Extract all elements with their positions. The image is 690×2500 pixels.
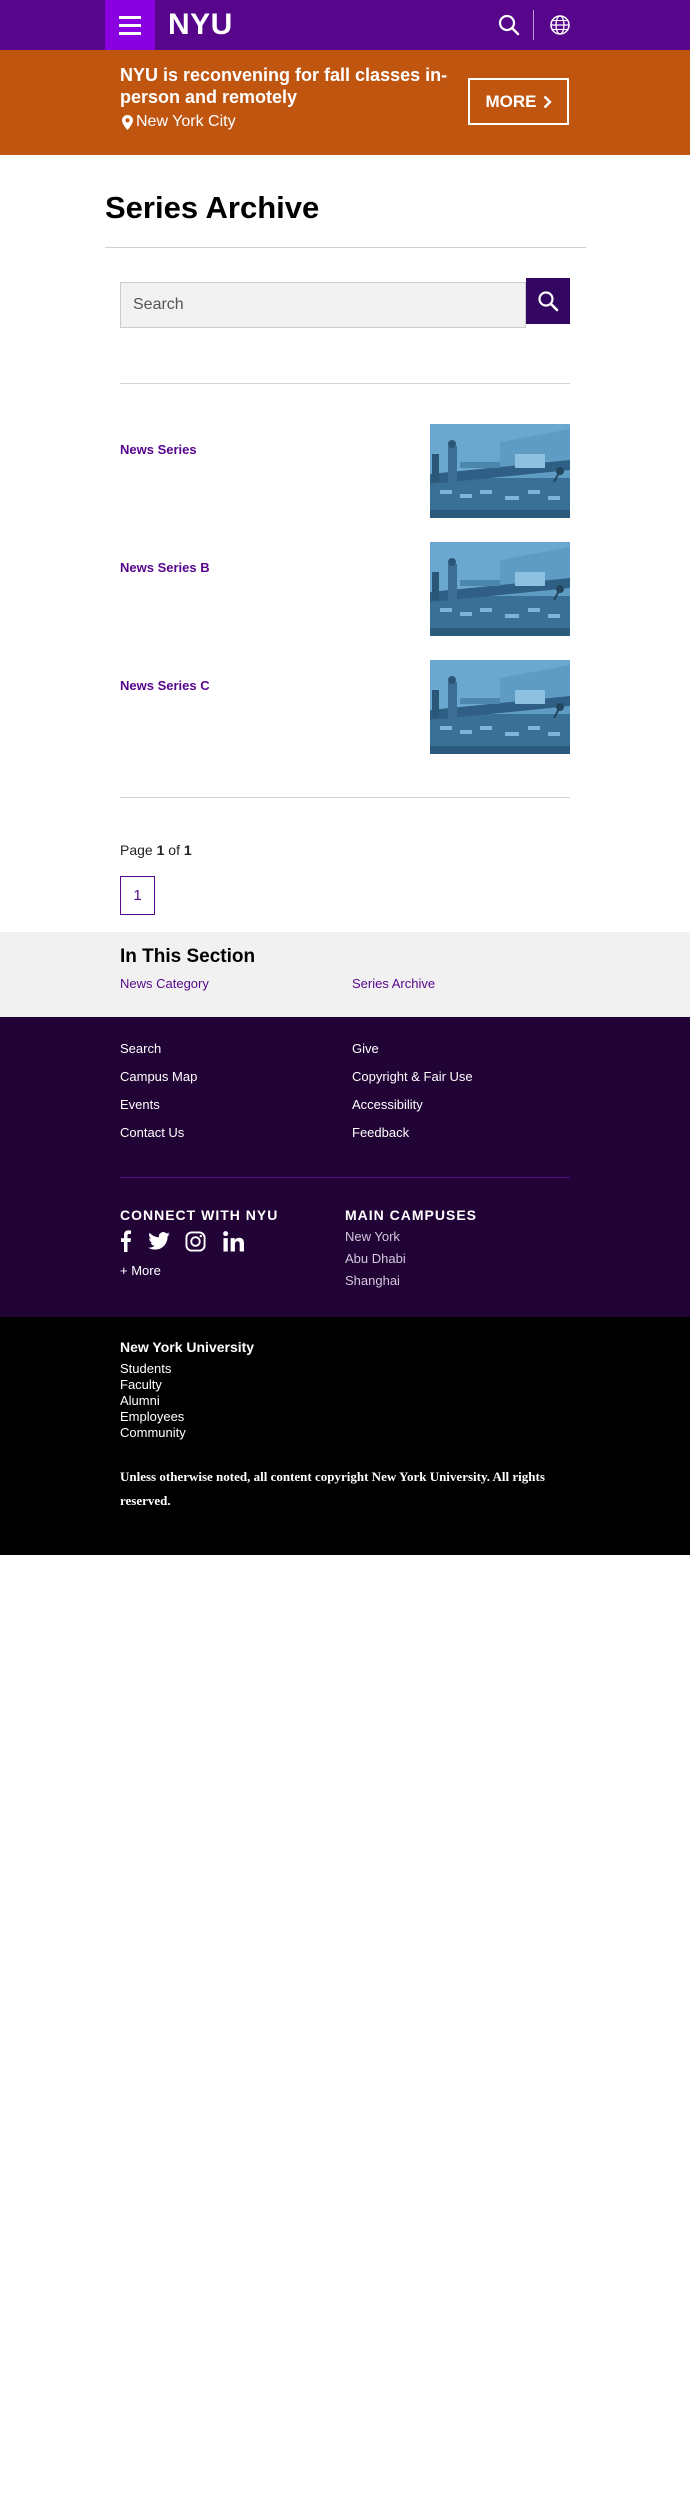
campuses-heading: MAIN CAMPUSES [345,1207,478,1223]
top-nav-bar: NYU [0,0,690,50]
menu-button[interactable] [105,0,155,50]
connect-heading: CONNECT WITH NYU [120,1207,279,1223]
university-name: New York University [120,1339,255,1355]
audience-link-alumni[interactable]: Alumni [120,1393,160,1408]
list-item: News Series C [120,660,570,754]
page-of: of [168,842,180,858]
list-item: News Series B [120,542,570,636]
twitter-icon[interactable] [148,1230,170,1252]
nyu-logo[interactable]: NYU [168,9,233,41]
list-item: News Series [120,424,570,518]
footer-link-search[interactable]: Search [120,1041,161,1056]
search-icon[interactable] [496,12,522,38]
footer-link-give[interactable]: Give [352,1041,379,1056]
search-input[interactable] [120,282,526,328]
page-button[interactable]: 1 [120,876,155,915]
chevron-right-icon [543,95,552,108]
series-thumbnail[interactable] [430,424,570,518]
page-current: 1 [156,842,165,858]
series-thumbnail[interactable] [430,542,570,636]
section-link-series-archive[interactable]: Series Archive [352,976,435,991]
footer-bottom: New York University Students Faculty Alu… [0,1317,690,1555]
menu-icon-bar [119,23,141,27]
footer-link-campus-map[interactable]: Campus Map [120,1069,197,1084]
menu-icon-bar [119,31,141,35]
building-image [430,542,570,636]
alert-location: New York City [122,113,236,131]
series-link[interactable]: News Series C [120,678,210,693]
footer-link-events[interactable]: Events [120,1097,160,1112]
page-prefix: Page [120,842,153,858]
building-image [430,424,570,518]
alert-banner: NYU is reconvening for fall classes in-p… [0,50,690,155]
section-nav: In This Section News Category Series Arc… [0,932,690,1017]
instagram-icon[interactable] [184,1230,206,1252]
page-info: Page 1 of 1 [120,842,192,858]
facebook-icon[interactable] [120,1230,132,1252]
search-button[interactable] [526,278,570,324]
divider [120,797,570,798]
audience-link-students[interactable]: Students [120,1361,171,1376]
search-icon [538,291,559,312]
alert-location-text: New York City [136,113,236,130]
series-link[interactable]: News Series B [120,560,210,575]
campus-abu-dhabi[interactable]: Abu Dhabi [345,1251,406,1266]
section-link-news-category[interactable]: News Category [120,976,209,991]
divider [120,383,570,384]
page-total: 1 [183,842,192,858]
linkedin-icon[interactable] [222,1230,244,1252]
menu-icon-bar [119,15,141,19]
header-divider [533,10,534,40]
page-title: Series Archive [105,190,320,225]
more-social-link[interactable]: + More [120,1263,161,1278]
series-thumbnail[interactable] [430,660,570,754]
footer-link-copyright[interactable]: Copyright & Fair Use [352,1069,473,1084]
footer-link-contact-us[interactable]: Contact Us [120,1125,184,1140]
audience-link-community[interactable]: Community [120,1425,186,1440]
series-link[interactable]: News Series [120,442,197,457]
section-title: In This Section [120,946,256,967]
divider [105,247,586,248]
more-button-label: MORE [485,91,537,111]
campus-new-york[interactable]: New York [345,1229,400,1244]
audience-link-faculty[interactable]: Faculty [120,1377,162,1392]
footer-link-accessibility[interactable]: Accessibility [352,1097,423,1112]
alert-title: NYU is reconvening for fall classes in-p… [120,65,448,107]
footer-links: Search Campus Map Events Contact Us Give… [0,1017,690,1317]
map-pin-icon [122,114,133,130]
footer-link-feedback[interactable]: Feedback [352,1125,409,1140]
globe-icon[interactable] [548,13,572,37]
audience-link-employees[interactable]: Employees [120,1409,184,1424]
building-image [430,660,570,754]
more-button[interactable]: MORE [468,78,569,125]
copyright-notice: Unless otherwise noted, all content copy… [120,1469,545,1508]
footer-divider [120,1177,570,1178]
campus-shanghai[interactable]: Shanghai [345,1273,400,1288]
